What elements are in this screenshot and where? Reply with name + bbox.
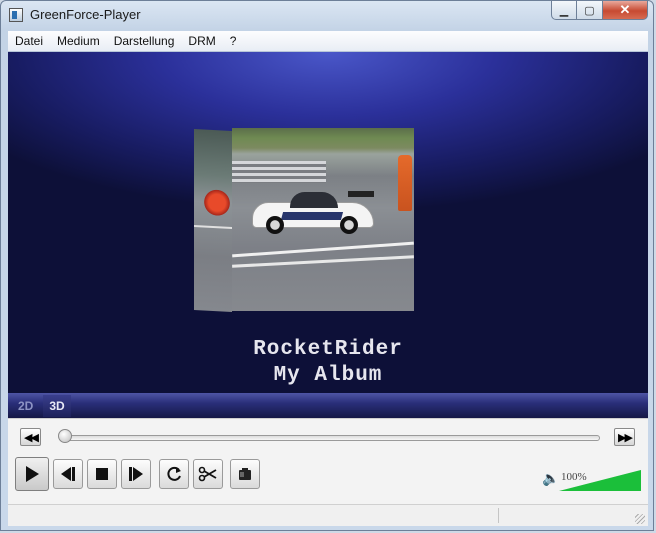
seek-handle[interactable] — [58, 429, 72, 443]
control-panel: ◀◀ ▶▶ 🔈 100% — [8, 418, 648, 504]
car-wheel — [340, 216, 358, 234]
stop-icon — [96, 468, 108, 480]
app-window: GreenForce-Player ▁ ▢ ✕ Datei Medium Dar… — [0, 0, 654, 531]
menu-drm[interactable]: DRM — [181, 34, 222, 48]
cover-art-track-line — [232, 255, 414, 268]
menu-datei[interactable]: Datei — [8, 34, 50, 48]
minimize-button[interactable]: ▁ — [551, 1, 577, 20]
seek-bar[interactable] — [61, 435, 600, 441]
rewind-button[interactable]: ◀◀ — [20, 428, 41, 446]
mode-3d-button[interactable]: 3D — [43, 394, 71, 417]
rewind-icon: ◀◀ — [24, 431, 39, 444]
album-label: My Album — [273, 364, 383, 387]
car-decal — [280, 212, 344, 220]
previous-button[interactable] — [53, 459, 83, 489]
window-controls: ▁ ▢ ✕ — [551, 1, 648, 20]
volume-label: 100% — [561, 471, 587, 483]
close-icon: ✕ — [619, 2, 631, 17]
close-button[interactable]: ✕ — [603, 1, 648, 20]
car-wing — [348, 191, 374, 197]
car-roof — [290, 192, 338, 208]
mode-2d-button[interactable]: 2D — [12, 395, 39, 417]
title-bar[interactable]: GreenForce-Player ▁ ▢ ✕ — [1, 1, 653, 31]
status-bar — [8, 504, 648, 526]
maximize-icon: ▢ — [584, 4, 595, 17]
cover-art-track-line — [232, 241, 414, 258]
app-icon[interactable] — [9, 8, 23, 22]
cover-art-marshal — [398, 155, 412, 211]
cut-button[interactable] — [193, 459, 223, 489]
next-icon — [129, 467, 143, 481]
maximize-button[interactable]: ▢ — [577, 1, 603, 20]
cover-art-side — [194, 129, 232, 312]
cut-icon — [198, 466, 217, 482]
car-wheel — [266, 216, 284, 234]
cover-art-guardrail — [232, 161, 326, 183]
status-divider — [498, 508, 499, 523]
artist-label: RocketRider — [253, 338, 403, 361]
menu-darstellung[interactable]: Darstellung — [107, 34, 182, 48]
cover-art-side-car — [204, 185, 230, 217]
repeat-icon — [167, 466, 181, 481]
snapshot-button[interactable] — [230, 459, 260, 489]
resize-grip-icon[interactable] — [635, 514, 645, 524]
snapshot-icon — [239, 468, 251, 480]
repeat-button[interactable] — [159, 459, 189, 489]
menu-help[interactable]: ? — [223, 34, 244, 48]
fast-forward-icon: ▶▶ — [618, 431, 633, 444]
cover-art-side-stripe — [194, 225, 232, 229]
play-icon — [26, 466, 39, 482]
previous-icon — [61, 467, 75, 481]
menu-bar: Datei Medium Darstellung DRM ? — [8, 31, 648, 52]
cover-art-race-car — [252, 190, 380, 236]
stop-button[interactable] — [87, 459, 117, 489]
fast-forward-button[interactable]: ▶▶ — [614, 428, 635, 446]
next-button[interactable] — [121, 459, 151, 489]
view-mode-bar: 2D 3D — [8, 393, 648, 418]
speaker-icon[interactable]: 🔈 — [542, 470, 559, 487]
video-area[interactable]: RocketRider My Album — [8, 52, 648, 393]
cover-art — [232, 128, 414, 311]
menu-medium[interactable]: Medium — [50, 34, 107, 48]
play-button[interactable] — [15, 457, 49, 491]
minimize-icon: ▁ — [559, 4, 569, 17]
window-title: GreenForce-Player — [30, 7, 141, 22]
